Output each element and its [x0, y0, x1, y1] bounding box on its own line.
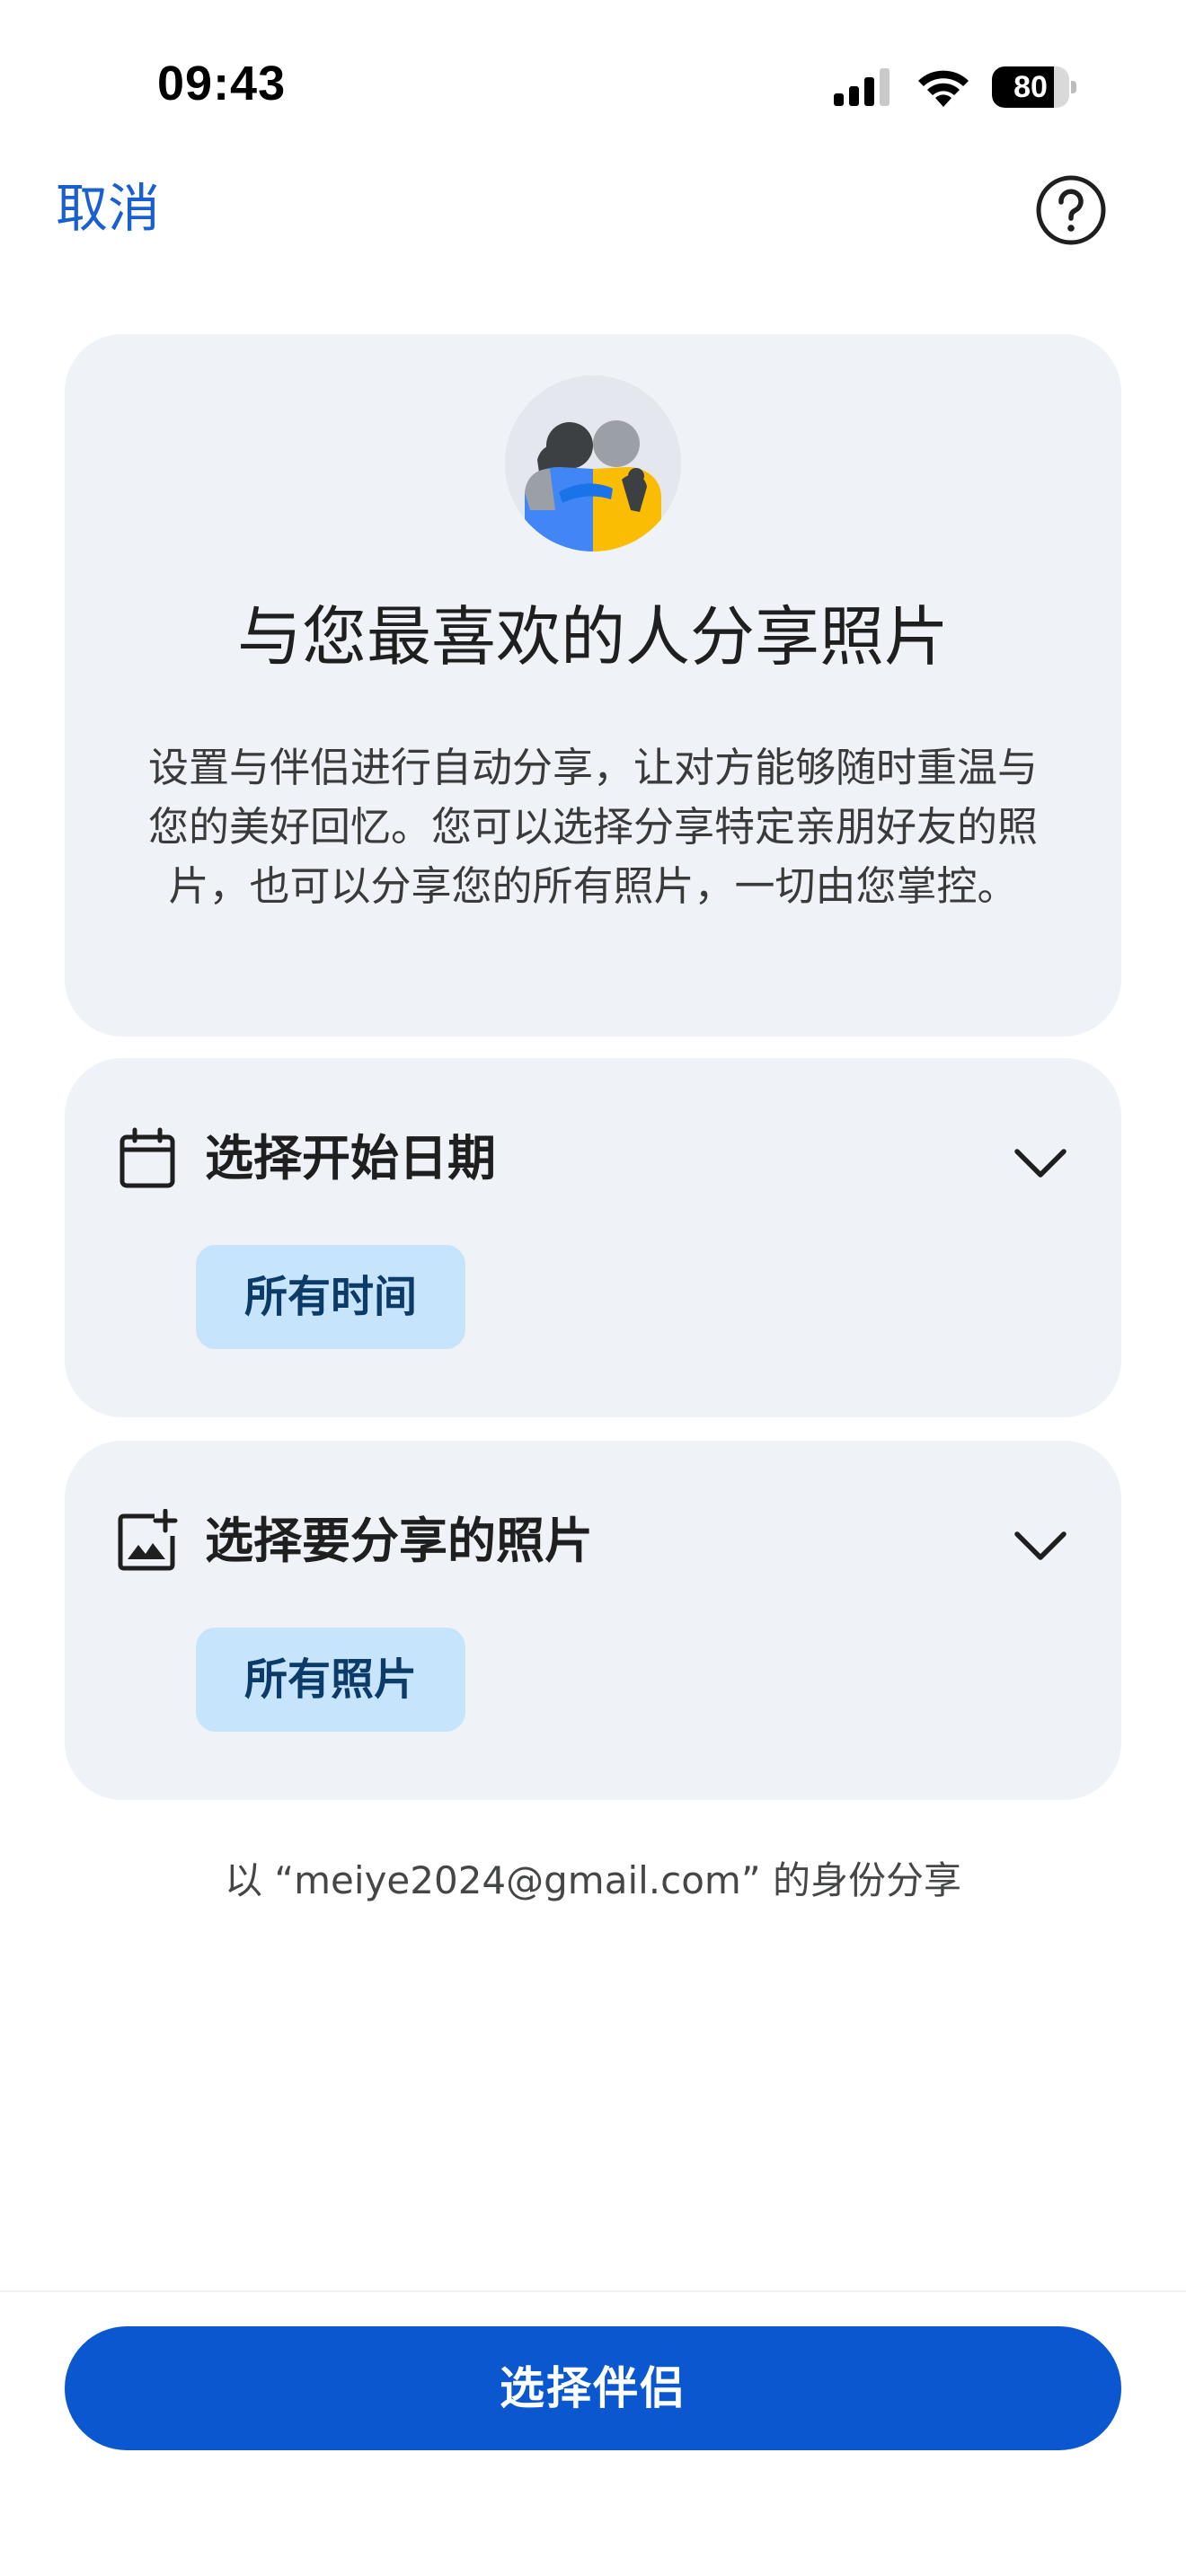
hero-description: 设置与伴侣进行自动分享，让对方能够随时重温与您的美好回忆。您可以选择分享特定亲朋…: [147, 744, 1038, 910]
wifi-icon: [918, 70, 969, 107]
cellular-signal-icon: [834, 68, 890, 106]
start-date-chip[interactable]: 所有时间: [196, 1245, 465, 1349]
help-circle-icon: [1036, 175, 1106, 245]
help-button[interactable]: [1035, 174, 1107, 246]
share-as-text: 以 “meiye2024@gmail.com” 的身份分享: [225, 1858, 961, 1902]
choose-partner-button[interactable]: 选择伴侣: [65, 2326, 1121, 2450]
cancel-button[interactable]: 取消: [56, 176, 160, 241]
calendar-icon: [119, 1127, 175, 1188]
chevron-down-icon[interactable]: [1008, 1130, 1073, 1195]
hero-card: 与您最喜欢的人分享照片 设置与伴侣进行自动分享，让对方能够随时重温与您的美好回忆…: [65, 334, 1121, 1037]
photos-chip[interactable]: 所有照片: [196, 1628, 465, 1732]
chevron-down-icon[interactable]: [1008, 1513, 1073, 1577]
photos-title: 选择要分享的照片: [205, 1513, 593, 1569]
two-people-illustration: [505, 375, 681, 551]
start-date-card[interactable]: 选择开始日期 所有时间: [65, 1058, 1121, 1417]
start-date-title: 选择开始日期: [205, 1130, 496, 1187]
battery-icon: 80: [992, 66, 1076, 108]
battery-level: 80: [1013, 70, 1048, 104]
divider: [0, 2290, 1186, 2292]
hero-title: 与您最喜欢的人分享照片: [236, 599, 949, 675]
status-time: 09:43: [157, 57, 287, 110]
photos-card[interactable]: 选择要分享的照片 所有照片: [65, 1441, 1121, 1800]
add-photo-icon: [118, 1509, 178, 1571]
status-icons: 80: [834, 65, 1076, 110]
status-bar: 09:43 80: [0, 0, 1186, 171]
